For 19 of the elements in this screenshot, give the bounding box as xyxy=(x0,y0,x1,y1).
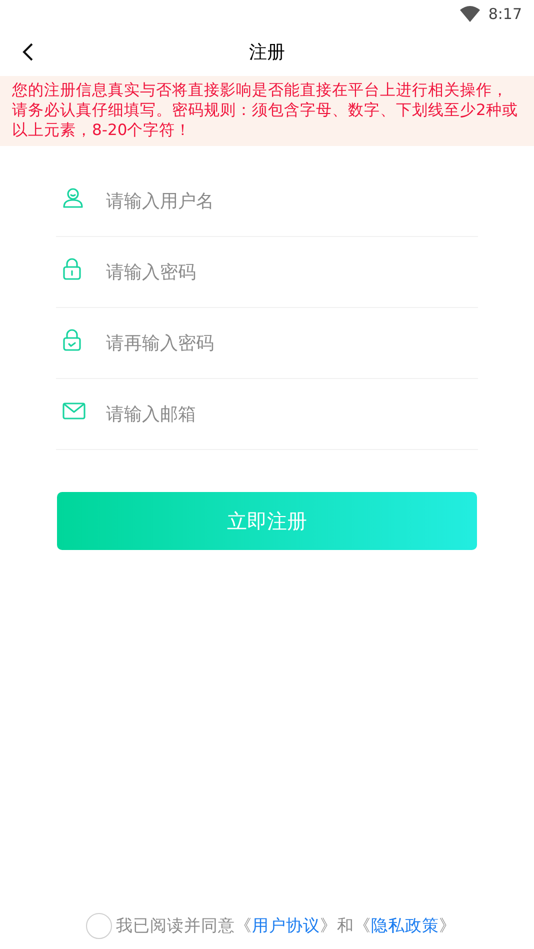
mail-icon xyxy=(62,402,86,420)
agreement-text: 我已阅读并同意《 xyxy=(116,916,252,935)
agreement-text: 》 xyxy=(439,916,456,935)
input-field[interactable]: 请输入邮箱 xyxy=(106,394,478,434)
input-field[interactable]: 请再输入密码 xyxy=(106,323,478,363)
input-field[interactable]: 请输入用户名 xyxy=(106,181,478,221)
page-title: 注册 xyxy=(249,40,285,64)
status-time: 8:17 xyxy=(488,4,522,25)
lock-check-icon xyxy=(62,329,82,351)
back-icon xyxy=(22,42,34,62)
wifi-icon xyxy=(460,6,480,22)
user-icon xyxy=(62,187,84,209)
notice-banner: 您的注册信息真实与否将直接影响是否能直接在平台上进行相关操作，请务必认真仔细填写。密码规则：须包含字母、数字、下划线至少2种或以上元素，8-20个字符！ xyxy=(0,76,534,146)
input-field[interactable]: 请输入密码 xyxy=(106,252,478,292)
lock-icon xyxy=(62,258,82,280)
agreement-link[interactable]: 隐私政策 xyxy=(371,916,439,935)
agreement-text: 》和《 xyxy=(320,916,371,935)
agreement-link[interactable]: 用户协议 xyxy=(252,916,320,935)
agree-checkbox[interactable] xyxy=(86,913,112,939)
